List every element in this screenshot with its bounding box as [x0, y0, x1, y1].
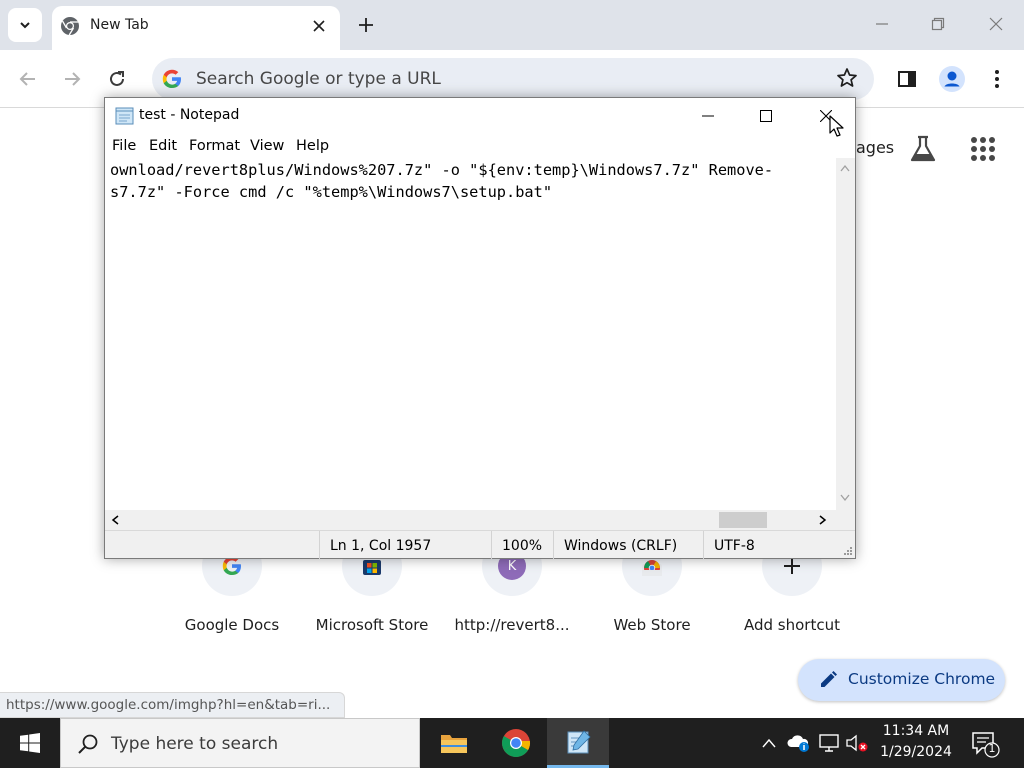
text-line: ownload/revert8plus/Windows%207.7z" -o "… — [110, 161, 774, 179]
close-icon — [989, 17, 1003, 31]
side-panel-icon — [898, 71, 916, 87]
tab-search-button[interactable] — [8, 8, 42, 42]
taskbar: Type here to search 11:34 AM 1/29/2024 1 — [0, 718, 1024, 768]
horizontal-scroll-thumb[interactable] — [719, 512, 767, 528]
labs-flask-icon[interactable] — [906, 132, 940, 166]
shortcut-label: http://revert8... — [454, 616, 570, 634]
maximize-icon — [760, 110, 772, 122]
back-button[interactable] — [12, 63, 44, 95]
minimize-icon — [702, 115, 714, 117]
tab-strip: New Tab — [0, 0, 1024, 50]
restore-button[interactable] — [918, 8, 958, 40]
taskbar-file-explorer[interactable] — [423, 718, 485, 768]
star-bookmark-icon[interactable] — [836, 67, 858, 89]
notepad-titlebar[interactable]: test - Notepad — [105, 98, 855, 134]
resize-grip-icon[interactable] — [843, 546, 853, 556]
notification-count: 1 — [988, 742, 996, 755]
network-status[interactable] — [817, 731, 841, 755]
google-apps-icon[interactable] — [966, 132, 1000, 166]
tab-new-tab[interactable]: New Tab — [52, 6, 340, 50]
line-ending: Windows (CRLF) — [553, 531, 677, 559]
reload-button[interactable] — [101, 63, 133, 95]
taskbar-search-placeholder: Type here to search — [111, 734, 279, 754]
taskbar-notepad[interactable] — [547, 718, 609, 768]
minimize-icon — [876, 23, 888, 25]
scroll-left-icon[interactable] — [111, 515, 119, 525]
mouse-pointer-icon — [829, 115, 844, 137]
notepad-status-bar: Ln 1, Col 1957 100% Windows (CRLF) UTF-8 — [105, 530, 855, 559]
images-link[interactable]: ages — [856, 138, 894, 157]
kebab-menu-icon — [995, 70, 999, 88]
action-center-button[interactable]: 1 — [970, 729, 1000, 759]
menu-file[interactable]: File — [112, 138, 136, 154]
search-icon — [78, 734, 98, 754]
notepad-text-area[interactable]: ownload/revert8plus/Windows%207.7z" -o "… — [105, 158, 836, 510]
notepad-menubar: File Edit Format View Help — [105, 134, 855, 158]
folder-icon — [441, 735, 467, 753]
chevron-up-icon — [762, 738, 776, 748]
link-status-bubble: https://www.google.com/imghp?hl=en&tab=r… — [0, 692, 346, 718]
profile-avatar-icon — [939, 66, 965, 92]
profile-button[interactable] — [936, 63, 968, 95]
clock-date: 1/29/2024 — [880, 744, 952, 760]
taskbar-clock[interactable]: 11:34 AM 1/29/2024 — [876, 721, 956, 763]
menu-edit[interactable]: Edit — [149, 138, 177, 154]
notepad-icon — [567, 729, 591, 753]
cursor-position: Ln 1, Col 1957 — [319, 531, 431, 559]
close-window-button[interactable] — [976, 8, 1016, 40]
forward-button[interactable] — [56, 63, 88, 95]
shortcut-label: Google Docs — [184, 616, 280, 634]
clock-time: 11:34 AM — [882, 723, 950, 739]
arrow-right-icon — [65, 72, 81, 86]
chrome-menu-button[interactable] — [981, 63, 1013, 95]
scroll-down-icon[interactable] — [840, 494, 850, 502]
side-panel-button[interactable] — [891, 63, 923, 95]
notepad-app-icon — [115, 107, 134, 125]
close-tab-icon[interactable] — [308, 15, 330, 37]
network-monitor-icon — [819, 734, 839, 752]
text-line: s7.7z" -Force cmd /c "%temp%\Windows7\se… — [110, 183, 553, 201]
arrow-left-icon — [19, 72, 35, 86]
restore-icon — [931, 17, 945, 31]
menu-format[interactable]: Format — [189, 138, 240, 154]
notepad-title: test - Notepad — [139, 107, 240, 123]
shortcut-label: Web Store — [613, 616, 691, 634]
volume-status[interactable] — [845, 731, 869, 755]
reload-icon — [110, 71, 124, 86]
start-button[interactable] — [0, 718, 60, 768]
taskbar-chrome[interactable] — [485, 718, 547, 768]
zoom-level: 100% — [491, 531, 542, 559]
google-g-icon — [162, 69, 181, 88]
minimize-button[interactable] — [862, 8, 902, 40]
windows-logo-icon — [20, 733, 40, 753]
shortcut-label: Microsoft Store — [315, 616, 429, 634]
onedrive-status[interactable] — [787, 731, 811, 755]
notepad-minimize-button[interactable] — [685, 98, 731, 134]
scroll-right-icon[interactable] — [819, 515, 827, 525]
omnibox-placeholder: Search Google or type a URL — [196, 69, 441, 89]
scroll-up-icon[interactable] — [840, 164, 850, 172]
tab-title: New Tab — [90, 17, 149, 33]
horizontal-scrollbar[interactable] — [105, 510, 855, 530]
speaker-muted-icon — [846, 734, 868, 752]
menu-help[interactable]: Help — [296, 138, 329, 154]
show-hidden-icons-button[interactable] — [757, 731, 781, 755]
new-tab-button[interactable] — [352, 11, 380, 39]
chrome-icon — [61, 17, 79, 36]
encoding: UTF-8 — [703, 531, 755, 559]
omnibox[interactable]: Search Google or type a URL — [152, 58, 874, 100]
customize-chrome-label: Customize Chrome — [848, 670, 996, 688]
shortcut-label: Add shortcut — [744, 616, 840, 634]
cloud-info-icon — [787, 735, 809, 752]
vertical-scrollbar[interactable] — [836, 158, 855, 510]
notepad-maximize-button[interactable] — [743, 98, 789, 134]
pencil-icon — [821, 671, 837, 687]
menu-view[interactable]: View — [250, 138, 284, 154]
taskbar-search-box[interactable]: Type here to search — [60, 718, 420, 768]
customize-chrome-button[interactable]: Customize Chrome — [798, 659, 1005, 701]
plus-icon — [359, 18, 373, 32]
notepad-window: test - Notepad File Edit Format View Hel… — [104, 97, 856, 559]
chrome-icon — [502, 729, 531, 757]
chevron-down-icon — [20, 22, 30, 29]
